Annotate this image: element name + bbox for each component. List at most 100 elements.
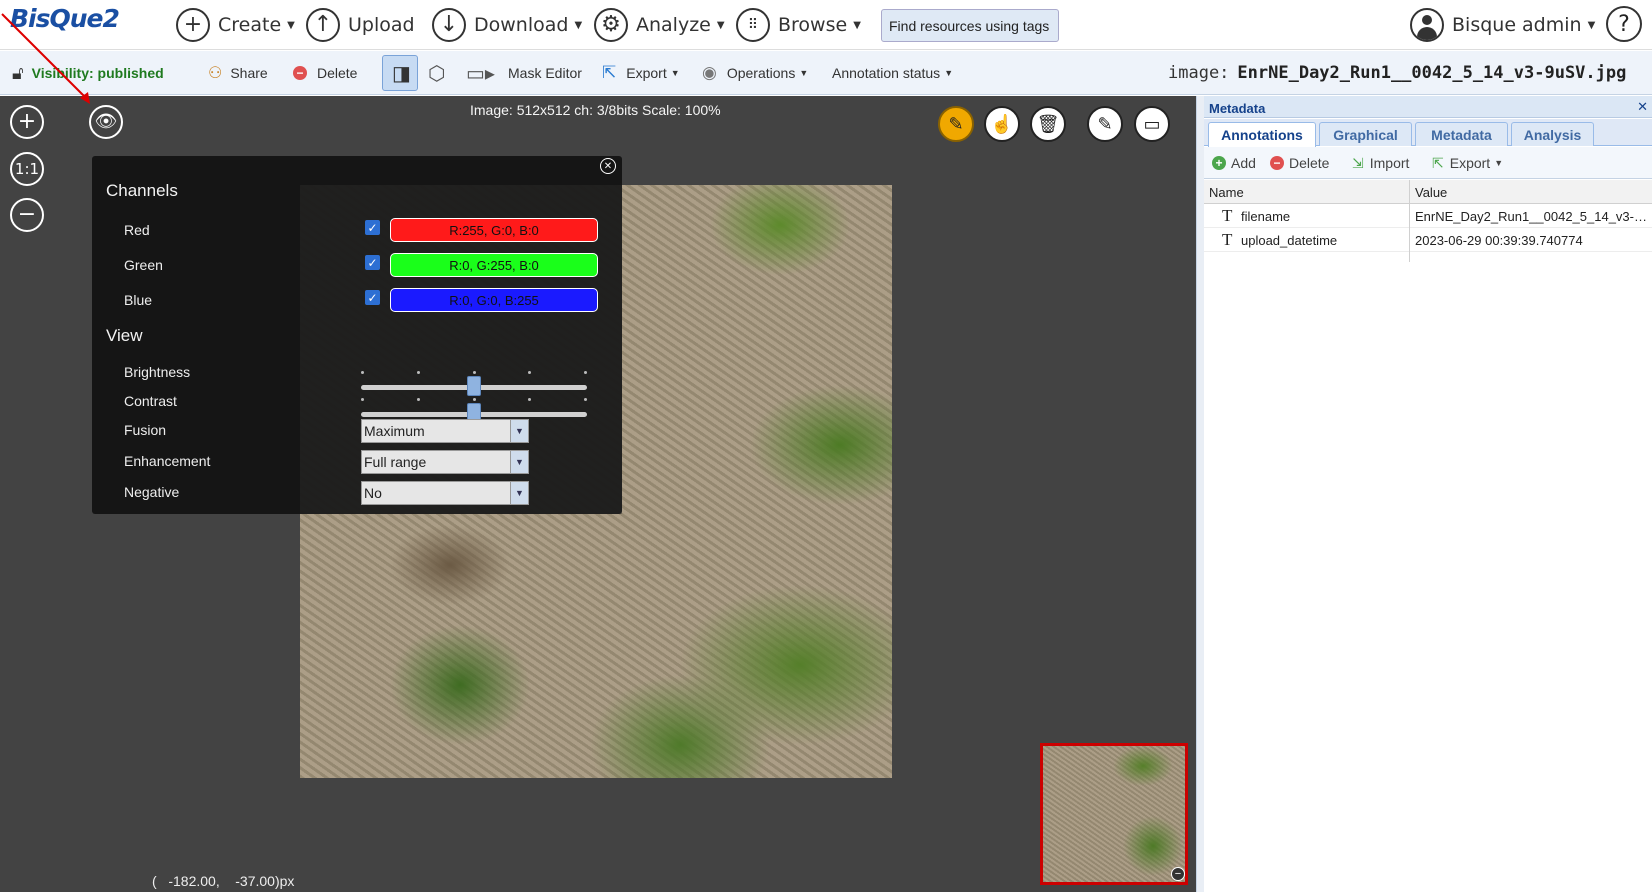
tab-analysis[interactable]: Analysis: [1511, 122, 1594, 146]
table-row[interactable]: T upload_datetime 2023-06-29 00:39:39.74…: [1204, 228, 1652, 252]
caret-down-icon: ▼: [574, 19, 583, 31]
tab-annotations[interactable]: Annotations: [1208, 122, 1316, 147]
delete-button[interactable]: − Delete: [293, 51, 357, 95]
channel-red-checkbox[interactable]: ✓: [365, 220, 380, 235]
fusion-select[interactable]: Maximum ▼: [361, 419, 529, 443]
cloud-upload-icon: ↑: [306, 8, 340, 42]
download-label: Download: [474, 14, 569, 36]
channel-red-color[interactable]: R:255, G:0, B:0: [390, 218, 598, 242]
pointer-hand-icon[interactable]: ☝: [984, 106, 1020, 142]
chevron-down-icon[interactable]: ▼: [510, 420, 528, 442]
metadata-panel-title: Metadata: [1204, 96, 1652, 118]
annotations-grid-header: Name Value: [1204, 180, 1652, 204]
minimize-icon[interactable]: −: [1171, 867, 1185, 881]
annotation-status-menu[interactable]: Annotation status ▼: [832, 51, 953, 95]
text-type-icon: T: [1222, 230, 1233, 249]
import-button[interactable]: ⇲ Import: [1352, 147, 1409, 179]
col-name-header[interactable]: Name: [1209, 185, 1244, 200]
contrast-slider[interactable]: [361, 398, 587, 423]
channel-label-red: Red: [124, 222, 150, 238]
add-annotation-button[interactable]: + Add: [1212, 147, 1256, 179]
row-name: filename: [1241, 209, 1291, 224]
caret-down-icon: ▼: [287, 19, 295, 31]
visibility-toggle[interactable]: 🔓︎ Visibility: published: [12, 51, 164, 95]
upload-button[interactable]: ↑ Upload: [306, 6, 415, 44]
zoom-out-button[interactable]: −: [10, 198, 44, 232]
pencil-icon[interactable]: ✎: [1087, 106, 1123, 142]
text-type-icon: T: [1222, 206, 1233, 225]
enhancement-select[interactable]: Full range ▼: [361, 450, 529, 474]
delete-label: Delete: [1289, 155, 1330, 171]
channel-blue-checkbox[interactable]: ✓: [365, 290, 380, 305]
mask-editor-button[interactable]: Mask Editor: [508, 51, 582, 95]
chevron-down-icon[interactable]: ▼: [510, 451, 528, 473]
visibility-label: Visibility: published: [31, 65, 164, 81]
compass-icon[interactable]: ✎: [938, 106, 974, 142]
metadata-panel: Metadata ✕ Annotations Graphical Metadat…: [1204, 96, 1652, 892]
create-menu[interactable]: + Create ▼: [176, 6, 295, 44]
cloud-download-icon: ↓: [432, 8, 466, 42]
slider-ticks: [361, 371, 587, 375]
zoom-in-button[interactable]: +: [10, 105, 44, 139]
tab-graphical[interactable]: Graphical: [1319, 122, 1412, 146]
browse-menu[interactable]: ⠿ Browse ▼: [736, 6, 861, 44]
channel-label-green: Green: [124, 257, 163, 273]
column-divider: [1409, 180, 1410, 262]
chevron-down-icon[interactable]: ▼: [510, 482, 528, 504]
trash-icon[interactable]: 🗑︎: [1030, 106, 1066, 142]
brightness-slider[interactable]: [361, 371, 587, 396]
operations-menu[interactable]: ◉ Operations ▼: [702, 51, 808, 95]
movie-camera-button[interactable]: ▭▸: [466, 51, 495, 95]
image-viewer[interactable]: Image: 512x512 ch: 3/8bits Scale: 100% +…: [0, 96, 1196, 892]
overview-thumbnail[interactable]: −: [1040, 743, 1188, 885]
tab-metadata[interactable]: Metadata: [1415, 122, 1508, 146]
user-icon: [1410, 8, 1444, 42]
export-menu[interactable]: ⇱ Export ▼: [602, 51, 680, 95]
channel-green-color[interactable]: R:0, G:255, B:0: [390, 253, 598, 277]
share-button[interactable]: ⚇ Share: [208, 51, 268, 95]
export-icon: ⇱: [602, 63, 617, 82]
user-menu[interactable]: Bisque admin ▼: [1410, 6, 1595, 44]
analyze-menu[interactable]: ⚙ Analyze ▼: [594, 6, 725, 44]
row-name: upload_datetime: [1241, 233, 1338, 248]
col-value-header[interactable]: Value: [1415, 185, 1447, 200]
delete-annotation-button[interactable]: − Delete: [1270, 147, 1329, 179]
slider-ticks: [361, 398, 587, 402]
create-label: Create: [218, 14, 282, 36]
brightness-slider-thumb[interactable]: [467, 376, 481, 396]
tag-search-input[interactable]: Find resources using tags: [881, 9, 1059, 42]
download-menu[interactable]: ↓ Download ▼: [432, 6, 582, 44]
export-icon: ⇱: [1432, 154, 1444, 171]
image-toolbar: 🔓︎ Visibility: published ⚇ Share − Delet…: [0, 51, 1652, 95]
analyze-label: Analyze: [636, 14, 711, 36]
plus-circle-icon: +: [176, 8, 210, 42]
view-heading: View: [106, 326, 143, 345]
help-button[interactable]: ?: [1606, 6, 1642, 42]
channel-green-checkbox[interactable]: ✓: [365, 255, 380, 270]
channel-blue-color[interactable]: R:0, G:0, B:255: [390, 288, 598, 312]
collapse-icon[interactable]: ✕: [1637, 99, 1648, 115]
zoom-reset-button[interactable]: 1:1: [10, 152, 44, 186]
image-name-prefix: image:: [1168, 63, 1230, 83]
fusion-value: Maximum: [364, 423, 425, 439]
enhancement-value: Full range: [364, 454, 427, 470]
3d-cube-button[interactable]: ⬡: [428, 51, 445, 95]
table-row[interactable]: T filename EnrNE_Day2_Run1__0042_5_14_v3…: [1204, 204, 1652, 228]
export-menu[interactable]: ⇱ Export ▼: [1432, 147, 1503, 179]
user-name: Bisque admin: [1452, 14, 1582, 36]
close-icon[interactable]: ✕: [600, 158, 616, 174]
image-name-title: image: EnrNE_Day2_Run1__0042_5_14_v3-9uS…: [1168, 51, 1626, 95]
caret-down-icon: ▼: [716, 19, 725, 31]
app-logo[interactable]: BisQue2: [10, 4, 120, 33]
share-label: Share: [230, 65, 268, 81]
delete-icon: −: [1270, 156, 1284, 170]
delete-label: Delete: [317, 65, 358, 81]
eye-icon[interactable]: 👁︎: [89, 105, 123, 139]
unlock-icon: 🔓︎: [12, 62, 24, 83]
panel-splitter[interactable]: [1196, 96, 1204, 892]
negative-select[interactable]: No ▼: [361, 481, 529, 505]
caret-down-icon: ▼: [670, 68, 680, 78]
row-value: EnrNE_Day2_Run1__0042_5_14_v3-9uS...: [1415, 209, 1651, 224]
monitor-icon[interactable]: ▭: [1134, 106, 1170, 142]
share-icon: ⚇: [208, 65, 223, 82]
